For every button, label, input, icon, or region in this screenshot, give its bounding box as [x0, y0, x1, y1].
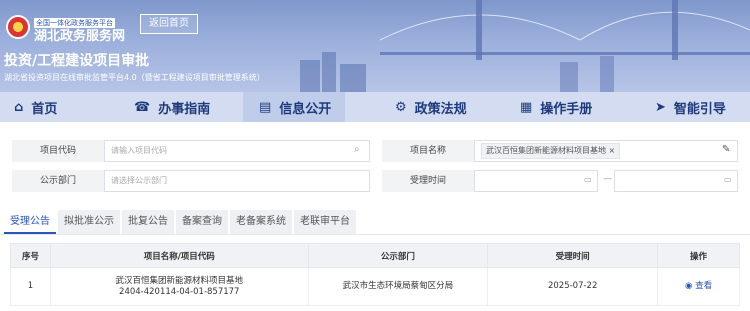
calendar-icon[interactable]: ▭ — [724, 175, 732, 184]
nav-item-info-public[interactable]: ▤ 信息公开 — [243, 92, 345, 122]
header-banner: 全国一体化政务服务平台 湖北政务服务网 返回首页 投资/工程建设项目审批 湖北省… — [0, 0, 750, 92]
nav-item-policy[interactable]: ⚙ 政策法规 — [345, 92, 480, 122]
nav-item-smart-guide[interactable]: ➤ 智能引导 — [615, 92, 750, 122]
nav-label: 操作手册 — [540, 101, 593, 117]
home-icon: ⌂ — [14, 99, 24, 115]
table-header-row: 序号 项目名称/项目代码 公示部门 受理时间 操作 — [10, 243, 740, 268]
close-icon[interactable]: × — [609, 146, 616, 155]
row-time: 2025-07-22 — [487, 267, 659, 306]
tab-pre-approval[interactable]: 拟批准公示 — [58, 210, 120, 234]
filter-row-1: 项目代码 请输入项目代码 ⌕ 项目名称 武汉百恒集团新能源材料项目基地 × ✎ — [0, 140, 750, 162]
page-subtitle: 湖北省投资项目在线审批监管平台4.0（暨省工程建设项目审批管理系统） — [4, 73, 265, 82]
project-name-input[interactable]: 武汉百恒集团新能源材料项目基地 × — [474, 140, 738, 162]
tab-approval-notice[interactable]: 批复公告 — [122, 210, 174, 234]
tab-old-record-system[interactable]: 老备案系统 — [230, 210, 292, 234]
page-title: 投资/工程建设项目审批 — [4, 53, 150, 69]
eye-icon: ◉ — [684, 281, 693, 291]
table-row: 1 武汉百恒集团新能源材料项目基地 2404-420114-04-01-8571… — [10, 267, 740, 306]
row-dept: 武汉市生态环境局蔡甸区分局 — [307, 267, 489, 306]
calendar-icon[interactable]: ▭ — [584, 175, 592, 184]
date-separator: — — [603, 174, 612, 184]
document-icon: ▦ — [520, 99, 533, 115]
tab-old-joint-review[interactable]: 老联审平台 — [294, 210, 356, 234]
project-code-input[interactable]: 请输入项目代码 — [104, 140, 370, 162]
nav-label: 智能引导 — [673, 101, 726, 117]
col-time: 受理时间 — [487, 243, 659, 268]
nav-label: 办事指南 — [158, 101, 211, 117]
nav-item-guide[interactable]: ☎ 办事指南 — [120, 92, 243, 122]
filter-row-2: 公示部门 请选择公示部门 受理时间 ▭ — ▭ — [0, 170, 750, 192]
col-dept: 公示部门 — [307, 243, 489, 268]
main-nav: ⌂ 首页 ☎ 办事指南 ▤ 信息公开 ⚙ 政策法规 ▦ 操作手册 ➤ 智能引导 — [0, 92, 750, 122]
accept-time-label: 受理时间 — [382, 170, 474, 192]
site-logo[interactable]: 全国一体化政务服务平台 湖北政务服务网 — [6, 10, 125, 44]
nav-item-home[interactable]: ⌂ 首页 — [0, 92, 120, 122]
project-name-label: 项目名称 — [382, 140, 474, 162]
nav-label: 首页 — [31, 101, 58, 117]
folder-icon: ▤ — [259, 99, 272, 115]
national-emblem-icon — [6, 15, 30, 39]
gear-icon: ⚙ — [395, 99, 407, 115]
nav-label: 政策法规 — [414, 101, 467, 117]
headset-icon: ☎ — [134, 99, 151, 115]
tab-acceptance-notice[interactable]: 受理公告 — [4, 210, 56, 234]
col-index: 序号 — [10, 243, 51, 268]
row-project: 武汉百恒集团新能源材料项目基地 2404-420114-04-01-857177 — [49, 267, 309, 306]
row-project-code: 2404-420114-04-01-857177 — [119, 286, 240, 297]
project-code-label: 项目代码 — [12, 140, 104, 162]
edit-icon[interactable]: ✎ — [722, 144, 730, 155]
tab-record-query[interactable]: 备案查询 — [176, 210, 228, 234]
row-index: 1 — [10, 267, 51, 306]
row-project-name: 武汉百恒集团新能源材料项目基地 — [115, 275, 244, 286]
nav-label: 信息公开 — [279, 101, 332, 117]
navigation-icon: ➤ — [655, 99, 666, 115]
project-name-tag: 武汉百恒集团新能源材料项目基地 × — [481, 143, 621, 159]
row-action: ◉ 查看 — [657, 267, 740, 306]
logo-title: 湖北政务服务网 — [34, 29, 126, 44]
col-project: 项目名称/项目代码 — [49, 243, 309, 268]
dept-select[interactable]: 请选择公示部门 — [104, 170, 370, 192]
back-home-button[interactable]: 返回首页 — [140, 14, 198, 34]
view-link[interactable]: ◉ 查看 — [685, 281, 712, 291]
results-table: 序号 项目名称/项目代码 公示部门 受理时间 操作 1 武汉百恒集团新能源材料项… — [10, 243, 740, 306]
logo-subtitle: 全国一体化政务服务平台 — [34, 18, 115, 28]
search-icon[interactable]: ⌕ — [354, 144, 360, 155]
filter-panel: 项目代码 请输入项目代码 ⌕ 项目名称 武汉百恒集团新能源材料项目基地 × ✎ … — [0, 122, 750, 210]
info-tabs: 受理公告 拟批准公示 批复公告 备案查询 老备案系统 老联审平台 — [0, 210, 750, 235]
end-date-input[interactable] — [614, 170, 738, 192]
start-date-input[interactable] — [474, 170, 598, 192]
nav-item-manual[interactable]: ▦ 操作手册 — [480, 92, 615, 122]
col-action: 操作 — [657, 243, 740, 268]
dept-label: 公示部门 — [12, 170, 104, 192]
